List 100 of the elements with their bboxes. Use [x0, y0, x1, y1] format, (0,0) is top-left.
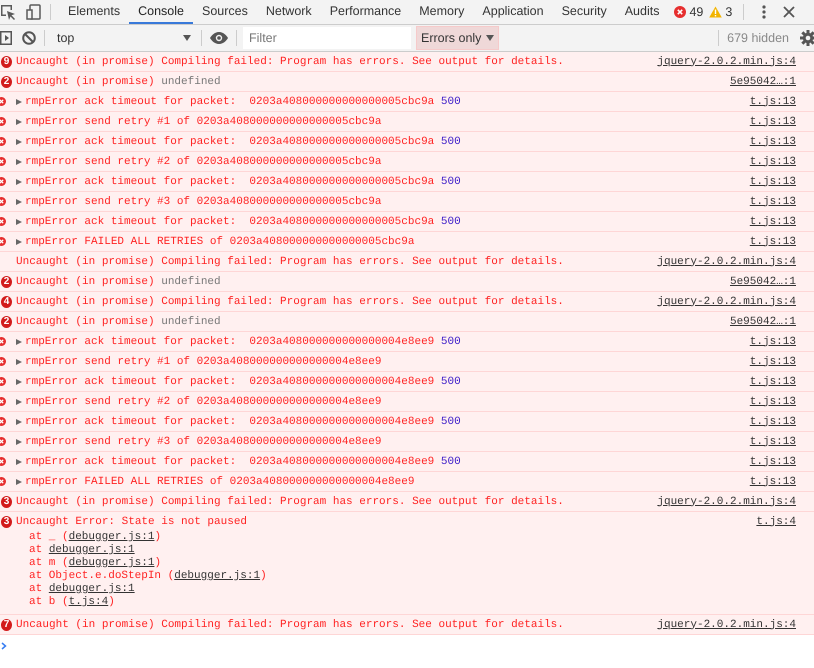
expand-triangle-icon[interactable] [16, 238, 22, 244]
expand-triangle-icon[interactable] [16, 398, 22, 404]
repeat-count-badge: 7 [1, 618, 12, 630]
source-link[interactable]: t.js:13 [750, 416, 796, 428]
expand-triangle-icon[interactable] [16, 458, 22, 464]
message-text: Uncaught (in promise) Compiling failed: Program has errors. See output for details. [16, 56, 564, 68]
close-icon[interactable] [783, 6, 796, 18]
source-link[interactable]: t.js:13 [750, 136, 796, 148]
device-icon[interactable] [26, 4, 42, 20]
message-text: Uncaught (in promise) Compiling failed: Program has errors. See output for details. [16, 256, 564, 268]
message-text: Uncaught (in promise) Compiling failed: Program has errors. See output for details. [16, 496, 564, 508]
source-link[interactable]: t.js:13 [750, 336, 796, 348]
source-link[interactable]: 5e95042…:1 [730, 316, 796, 328]
stack-link[interactable]: debugger.js:1 [68, 531, 154, 543]
stack-link[interactable]: debugger.js:1 [48, 583, 135, 595]
message-number: 500 [440, 456, 461, 468]
repeat-count-badge: 2 [1, 316, 12, 328]
prompt-icon[interactable] [1, 642, 7, 650]
error-icon [674, 6, 686, 18]
source-link[interactable]: jquery-2.0.2.min.js:4 [657, 56, 796, 68]
message-number: 500 [440, 96, 461, 108]
source-link[interactable]: t.js:13 [750, 436, 796, 448]
expand-triangle-icon[interactable] [16, 378, 22, 384]
expand-triangle-icon[interactable] [16, 98, 22, 104]
tab[interactable]: Performance [320, 0, 410, 24]
tab[interactable]: Application [473, 0, 553, 24]
source-link[interactable]: 5e95042…:1 [730, 276, 796, 288]
expand-triangle-icon[interactable] [16, 338, 22, 344]
expand-triangle-icon[interactable] [16, 178, 22, 184]
expand-triangle-icon[interactable] [16, 478, 22, 484]
source-link[interactable]: t.js:13 [750, 96, 796, 108]
source-link[interactable]: 5e95042…:1 [730, 76, 796, 88]
message-text: rmpError ack timeout for packet: 0203a408000000000000004e8ee9 [25, 376, 434, 388]
expand-triangle-icon[interactable] [16, 358, 22, 364]
stack-link[interactable]: t.js:4 [68, 596, 108, 608]
stack-link[interactable]: debugger.js:1 [68, 557, 154, 569]
source-link[interactable]: t.js:4 [756, 516, 796, 528]
message-text: rmpError ack timeout for packet: 0203a408000000000000005cbc9a [25, 136, 434, 148]
stack-text: ) [108, 596, 115, 608]
repeat-count-badge: 2 [1, 76, 12, 88]
tab[interactable]: Audits [616, 0, 668, 24]
message-number: 500 [440, 176, 461, 188]
source-link[interactable]: t.js:13 [750, 476, 796, 488]
expand-triangle-icon[interactable] [16, 198, 22, 204]
source-link[interactable]: t.js:13 [750, 456, 796, 468]
source-link[interactable]: t.js:13 [750, 396, 796, 408]
sidebar-toggle-icon[interactable] [0, 31, 12, 45]
expand-triangle-icon[interactable] [16, 438, 22, 444]
message-text: Uncaught (in promise) [16, 76, 155, 88]
tab[interactable]: Memory [410, 0, 474, 24]
message-text: rmpError ack timeout for packet: 0203a408000000000000005cbc9a [25, 96, 434, 108]
source-link[interactable]: jquery-2.0.2.min.js:4 [657, 496, 796, 508]
repeat-count-badge: 3 [1, 516, 12, 528]
source-link[interactable]: jquery-2.0.2.min.js:4 [657, 256, 796, 268]
stack-link[interactable]: debugger.js:1 [174, 570, 260, 582]
message-number: 500 [440, 216, 461, 228]
repeat-count-badge: 9 [1, 56, 12, 68]
source-link[interactable]: t.js:13 [750, 116, 796, 128]
source-link[interactable]: jquery-2.0.2.min.js:4 [657, 296, 796, 308]
tab[interactable]: Elements [59, 0, 130, 24]
message-text: rmpError ack timeout for packet: 0203a408000000000000005cbc9a [25, 176, 434, 188]
repeat-count-badge: 4 [1, 296, 12, 308]
source-link[interactable]: t.js:13 [750, 176, 796, 188]
context-dropdown[interactable]: top [53, 27, 193, 49]
expand-triangle-icon[interactable] [16, 158, 22, 164]
level-dropdown[interactable]: Errors only [416, 26, 500, 50]
tab[interactable]: Security [552, 0, 616, 24]
expand-triangle-icon[interactable] [16, 118, 22, 124]
source-link[interactable]: t.js:13 [750, 356, 796, 368]
caret-icon [183, 35, 191, 41]
stack-text: ) [154, 531, 162, 543]
caret-icon [486, 35, 494, 41]
stack-text: ) [260, 570, 267, 582]
stack-link[interactable]: debugger.js:1 [48, 544, 135, 556]
source-link[interactable]: t.js:13 [750, 376, 796, 388]
source-link[interactable]: t.js:13 [750, 156, 796, 168]
message-text: Uncaught (in promise) Compiling failed: Program has errors. See output for details. [16, 296, 564, 308]
stack-text: at [29, 583, 44, 595]
tab[interactable]: Network [256, 0, 321, 24]
expand-triangle-icon[interactable] [16, 218, 22, 224]
message-value: undefined [161, 316, 221, 328]
filter-field[interactable]: Filter [243, 27, 411, 49]
expand-triangle-icon[interactable] [16, 138, 22, 144]
source-link[interactable]: t.js:13 [750, 216, 796, 228]
source-link[interactable]: t.js:13 [750, 236, 796, 248]
source-link[interactable]: jquery-2.0.2.min.js:4 [657, 618, 796, 630]
tab[interactable]: Sources [192, 0, 257, 24]
message-text: rmpError send retry #1 of 0203a408000000000000004e8ee9 [25, 356, 382, 368]
message-text: rmpError send retry #2 of 0203a408000000000000005cbc9a [25, 156, 382, 168]
warning-icon [709, 6, 722, 18]
message-text: Uncaught (in promise) Compiling failed: Program has errors. See output for details. [16, 618, 564, 630]
expand-triangle-icon[interactable] [16, 418, 22, 424]
message-text: rmpError send retry #1 of 0203a408000000000000005cbc9a [25, 116, 382, 128]
inspect-icon[interactable] [0, 4, 16, 20]
eye-icon[interactable] [210, 32, 228, 44]
more-options-icon[interactable] [762, 5, 766, 19]
error-count: 49 [689, 5, 704, 19]
settings-icon[interactable] [800, 30, 814, 46]
clear-console-icon[interactable] [22, 31, 36, 45]
source-link[interactable]: t.js:13 [750, 196, 796, 208]
